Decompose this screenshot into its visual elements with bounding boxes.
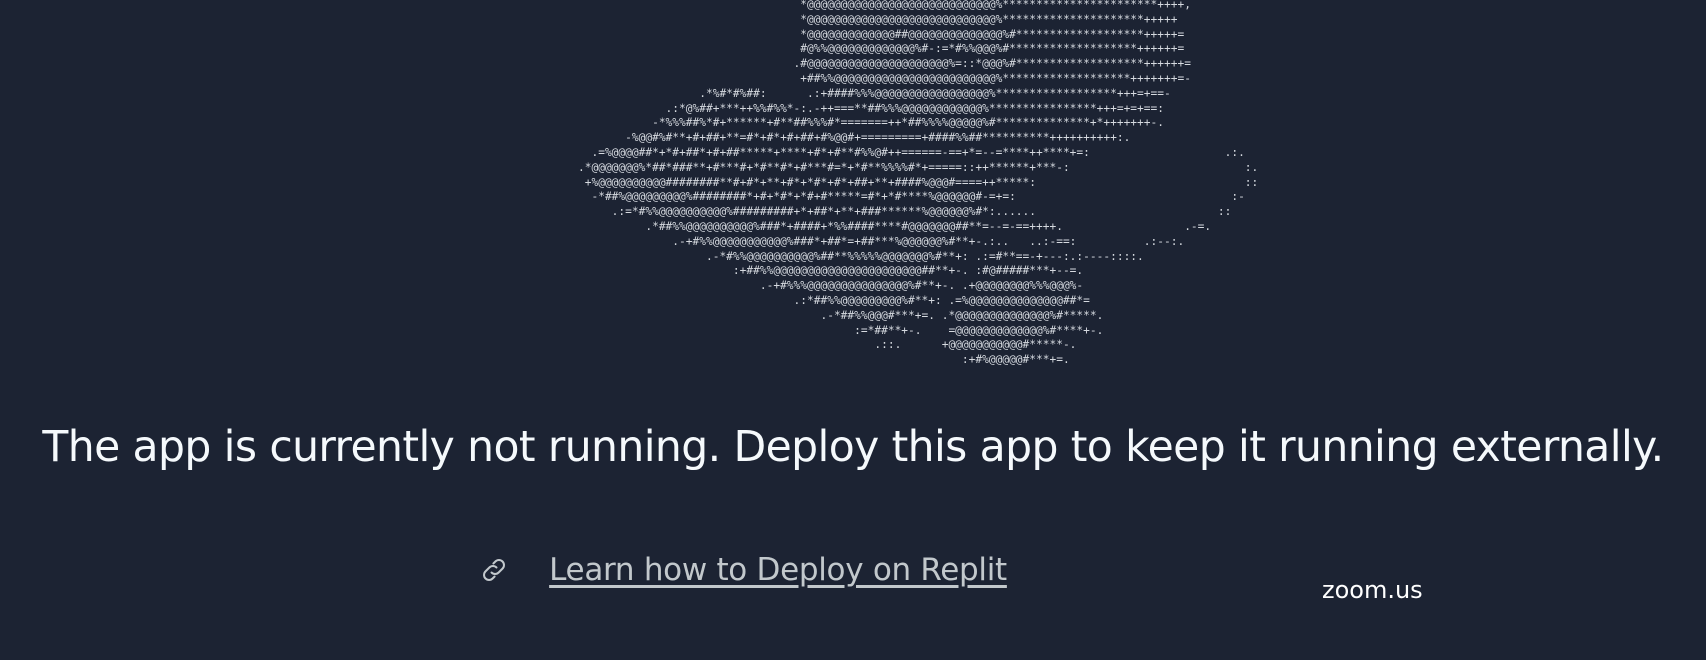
learn-deploy-link[interactable]: Learn how to Deploy on Replit bbox=[549, 552, 1007, 588]
ascii-art-line: .:=*#%%@@@@@@@@@@%#########+*+##*+**+###… bbox=[578, 205, 1232, 219]
ascii-art-line: -*%%%##%*#+******+#**##%%%#*=======++*##… bbox=[578, 116, 1164, 130]
ascii-art-line: .=%@@@@##*+*#+##*+#+##*****+****+#*+#**#… bbox=[578, 145, 1245, 159]
ascii-art-line: .-+#%%@@@@@@@@@@@%###*+##*=+##***%@@@@@@… bbox=[578, 234, 1185, 248]
ascii-art-line: :+#%@@@@@#***+=. bbox=[578, 353, 1070, 367]
ascii-art-line: :+##%%@@@@@@@@@@@@@@@@@@@@@@##**+-. :#@#… bbox=[578, 264, 1084, 278]
ascii-art-line: +%@@@@@@@@@@########**#+#*+**+#*+*#*+#*+… bbox=[578, 175, 1259, 189]
ascii-art-line: .*%#*#%##: .:+####%%%@@@@@@@@@@@@@@@@@%*… bbox=[578, 86, 1171, 100]
ascii-art-line: .-*#%%@@@@@@@@@@%##**%%%%%@@@@@@@%#**+: … bbox=[578, 249, 1144, 263]
ascii-art-line: .#@@@@@@@@@@@@@@@@@@@@@%=::*@@@%#*******… bbox=[578, 57, 1191, 71]
ascii-art-line: -%@@#%#**+#+##+**=#*+#*+#+##+#%@@#+=====… bbox=[578, 131, 1131, 145]
ascii-art-line: *@@@@@@@@@@@@@@@@@@@@@@@@@@@@%**********… bbox=[578, 12, 1178, 26]
status-message: The app is currently not running. Deploy… bbox=[42, 423, 1664, 472]
ascii-art-line: -*##%@@@@@@@@@%########*+#+*#*+*#+#*****… bbox=[578, 190, 1245, 204]
ascii-art-line: .*@@@@@@@%*##*###**+#***#+*#**#*+#***#=*… bbox=[578, 160, 1259, 174]
ascii-art-line: .::. +@@@@@@@@@@@#*****-. bbox=[578, 338, 1077, 352]
ascii-art-line: *@@@@@@@@@@@@@##@@@@@@@@@@@@@@%#********… bbox=[578, 27, 1185, 41]
ascii-art-line: .:*@%##+***++%%#%%*-:.-++===**##%%%@@@@@… bbox=[578, 101, 1164, 115]
ascii-art-line: +##%%@@@@@@@@@@@@@@@@@@@@@@@@%**********… bbox=[578, 71, 1191, 85]
ascii-art-line: #@%%@@@@@@@@@@@@@%#-:=*#%%@@@%#*********… bbox=[578, 42, 1185, 56]
zoom-share-label: zoom.us bbox=[1322, 576, 1423, 604]
ascii-art-line: .*##%%@@@@@@@@@@%###*+####+*%%####****#@… bbox=[578, 219, 1212, 233]
ascii-art-line: :=*##**+-. =@@@@@@@@@@@@@%#****+-. bbox=[578, 323, 1104, 337]
ascii-art-line: .-*##%%@@@#***+=. .*@@@@@@@@@@@@@@%#****… bbox=[578, 308, 1104, 322]
deploy-link-row: Learn how to Deploy on Replit bbox=[0, 552, 1706, 588]
ascii-art-line: .-+#%%%@@@@@@@@@@@@@@@%#**+-. .+@@@@@@@@… bbox=[578, 279, 1084, 293]
link-icon bbox=[483, 559, 506, 581]
ascii-art-line: *@@@@@@@@@@@@@@@@@@@@@@@@@@@@%**********… bbox=[578, 0, 1191, 11]
ascii-art-line: .:*##%%@@@@@@@@@%#**+: .=%@@@@@@@@@@@@@@… bbox=[578, 293, 1090, 307]
ascii-art-logo: *@@@@@@@@@@@@@@@@@@@@@@@@@@@@%**********… bbox=[578, 0, 1258, 368]
